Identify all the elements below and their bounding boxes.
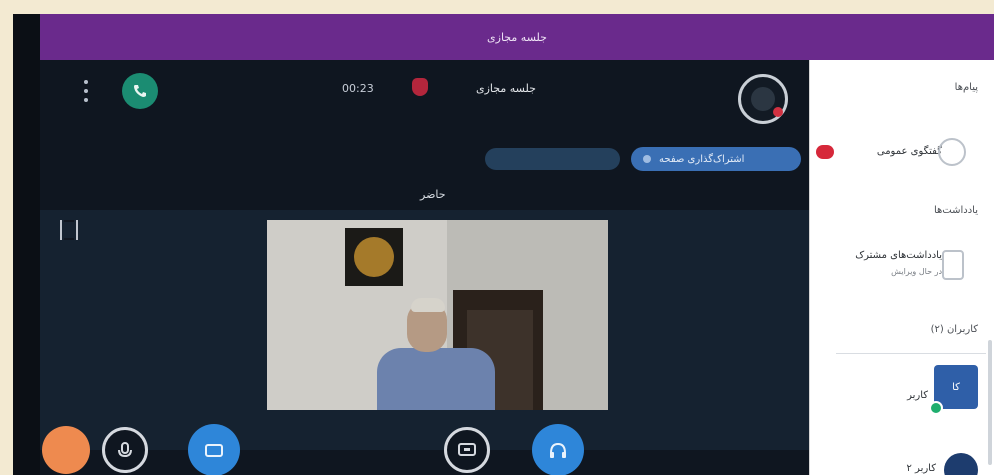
- phone-icon: [134, 85, 146, 97]
- messages-section-title: پیام‌ها: [954, 82, 978, 93]
- fullscreen-icon[interactable]: [60, 220, 78, 240]
- scrollbar[interactable]: [988, 340, 992, 465]
- users-section-title: کاربران (۲): [930, 324, 978, 335]
- meeting-user-name: جلسه مجازی: [476, 82, 536, 95]
- reactions-button[interactable]: [42, 426, 90, 474]
- notes-section-title: یادداشت‌ها: [933, 205, 978, 216]
- public-chat-item[interactable]: گفتگوی عمومی: [877, 146, 942, 157]
- meeting-top-controls: 00:23 جلسه مجازی: [40, 60, 809, 124]
- speaker-label: حاضر: [420, 188, 446, 201]
- side-panel: پیام‌ها گفتگوی عمومی یادداشت‌ها یادداشت‌…: [809, 60, 994, 475]
- tab-screen-share-label: اشتراک‌گذاری صفحه: [659, 153, 745, 165]
- audio-button[interactable]: [532, 424, 584, 475]
- user-1-initials: کا: [952, 381, 960, 393]
- chat-icon: [938, 138, 966, 166]
- tab-secondary[interactable]: [485, 148, 620, 170]
- headphones-icon: [550, 442, 566, 458]
- shared-notes-subtitle: در حال ویرایش: [891, 267, 942, 276]
- leave-call-button[interactable]: [122, 73, 158, 109]
- meeting-timer: 00:23: [342, 82, 374, 95]
- user-2-name[interactable]: کاربر ۲: [907, 463, 937, 474]
- microphone-icon: [118, 442, 132, 458]
- meeting-controls: [40, 424, 809, 475]
- app-title-bar: جلسه مجازی: [40, 14, 994, 60]
- avatar[interactable]: [738, 74, 788, 124]
- microphone-button[interactable]: [102, 427, 148, 473]
- left-edge-strip: [13, 14, 40, 475]
- screen-share-icon: [458, 443, 476, 456]
- camera-icon: [205, 444, 223, 457]
- camera-button[interactable]: [188, 424, 240, 475]
- divider: [836, 353, 986, 354]
- user-avatar-2[interactable]: [944, 453, 978, 475]
- record-icon[interactable]: [412, 78, 428, 96]
- app-title: جلسه مجازی: [487, 30, 547, 44]
- avatar-image: [751, 87, 775, 111]
- tab-screen-share[interactable]: اشتراک‌گذاری صفحه: [631, 147, 801, 171]
- user-1-name[interactable]: کاربر: [907, 390, 928, 401]
- online-status-icon: [929, 401, 943, 415]
- shared-notes-item[interactable]: یادداشت‌های مشترک: [855, 250, 942, 261]
- wall-art: [345, 228, 403, 286]
- user-avatar-1[interactable]: کا: [929, 365, 978, 415]
- webcam-video: [267, 220, 608, 410]
- meeting-area: 00:23 جلسه مجازی اشتراک‌گذاری صفحه حاضر: [40, 60, 809, 475]
- status-dot: [773, 107, 783, 117]
- screen-share-button[interactable]: [444, 427, 490, 473]
- unread-badge: [816, 145, 834, 159]
- app-window: جلسه مجازی 00:23 جلسه مجازی اش: [13, 14, 994, 475]
- notes-icon: [942, 250, 964, 280]
- more-vertical-icon[interactable]: [81, 80, 91, 102]
- chevron-icon: [643, 155, 651, 163]
